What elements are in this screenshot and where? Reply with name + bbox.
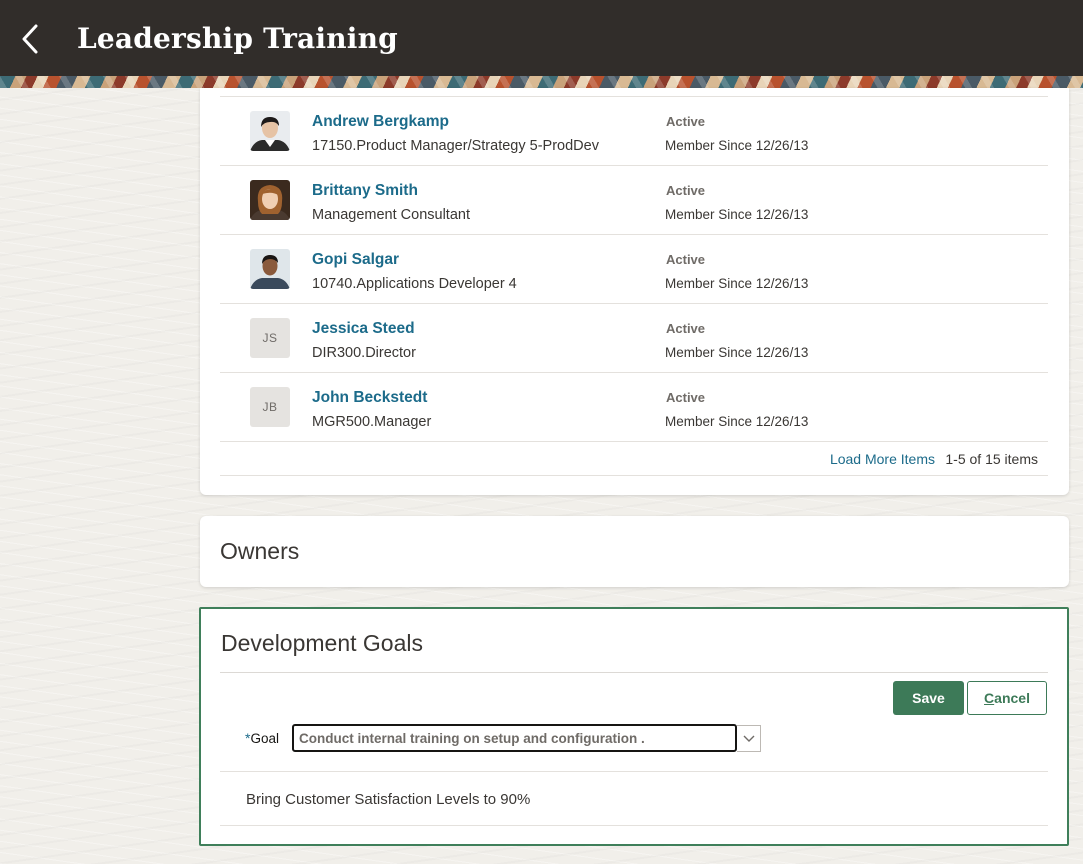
member-row: Gopi Salgar 10740.Applications Developer…	[220, 235, 1048, 304]
page-title: Leadership Training	[77, 22, 398, 55]
chevron-left-icon	[22, 24, 38, 54]
avatar	[250, 180, 290, 220]
owners-title: Owners	[220, 538, 300, 564]
load-more-link[interactable]: Load More Items	[830, 451, 935, 467]
member-status: Active	[666, 183, 706, 198]
person-photo-icon	[250, 180, 290, 220]
member-row: JB John Beckstedt MGR500.Manager Active …	[220, 373, 1048, 442]
member-since: Member Since 12/26/13	[665, 414, 809, 429]
avatar	[250, 111, 290, 151]
development-goals-card: Development Goals Save Cancel *Goal Brin…	[199, 607, 1069, 846]
member-row: Andrew Bergkamp 17150.Product Manager/St…	[220, 97, 1048, 166]
member-job: Management Consultant	[312, 207, 470, 223]
member-name-link[interactable]: Jessica Steed	[312, 320, 415, 338]
members-list: Andrew Bergkamp 17150.Product Manager/St…	[220, 96, 1048, 442]
member-since: Member Since 12/26/13	[665, 138, 809, 153]
pagination-bar: Load More Items 1-5 of 15 items	[220, 441, 1048, 476]
cancel-access-key: C	[984, 690, 995, 706]
member-status: Active	[666, 252, 706, 267]
member-since: Member Since 12/26/13	[665, 276, 809, 291]
goal-label-text: Goal	[250, 731, 279, 746]
member-job: 17150.Product Manager/Strategy 5-ProdDev	[312, 138, 599, 154]
app-header: Leadership Training	[0, 0, 1083, 76]
member-name-link[interactable]: Brittany Smith	[312, 182, 418, 200]
member-status: Active	[666, 114, 706, 129]
cancel-button[interactable]: Cancel	[967, 681, 1047, 715]
divider	[220, 771, 1048, 772]
decorative-banner	[0, 76, 1083, 88]
person-photo-icon	[250, 249, 290, 289]
chevron-down-icon	[743, 735, 754, 742]
member-job: 10740.Applications Developer 4	[312, 276, 517, 292]
cancel-label: ancel	[994, 690, 1030, 706]
member-row: JS Jessica Steed DIR300.Director Active …	[220, 304, 1048, 373]
avatar-initials: JS	[250, 318, 290, 358]
avatar-initials: JB	[250, 387, 290, 427]
person-photo-icon	[250, 111, 290, 151]
divider	[220, 672, 1048, 673]
goal-combobox	[292, 724, 737, 752]
member-job: DIR300.Director	[312, 345, 416, 361]
goal-input[interactable]	[294, 726, 735, 750]
divider	[220, 825, 1048, 826]
owners-card[interactable]: Owners	[200, 516, 1069, 587]
back-button[interactable]	[18, 22, 44, 56]
member-status: Active	[666, 321, 706, 336]
member-name-link[interactable]: Andrew Bergkamp	[312, 113, 449, 131]
member-status: Active	[666, 390, 706, 405]
member-row: Brittany Smith Management Consultant Act…	[220, 166, 1048, 235]
member-name-link[interactable]: Gopi Salgar	[312, 251, 399, 269]
save-button[interactable]: Save	[893, 681, 964, 715]
members-card: Andrew Bergkamp 17150.Product Manager/St…	[200, 88, 1069, 495]
goal-dropdown-button[interactable]	[737, 725, 761, 752]
goals-title: Development Goals	[221, 630, 423, 656]
item-count: 1-5 of 15 items	[945, 451, 1038, 467]
member-job: MGR500.Manager	[312, 414, 432, 430]
goal-label: *Goal	[245, 730, 279, 746]
member-since: Member Since 12/26/13	[665, 207, 809, 222]
avatar	[250, 249, 290, 289]
member-name-link[interactable]: John Beckstedt	[312, 389, 427, 407]
member-since: Member Since 12/26/13	[665, 345, 809, 360]
goal-list-item[interactable]: Bring Customer Satisfaction Levels to 90…	[246, 791, 530, 808]
